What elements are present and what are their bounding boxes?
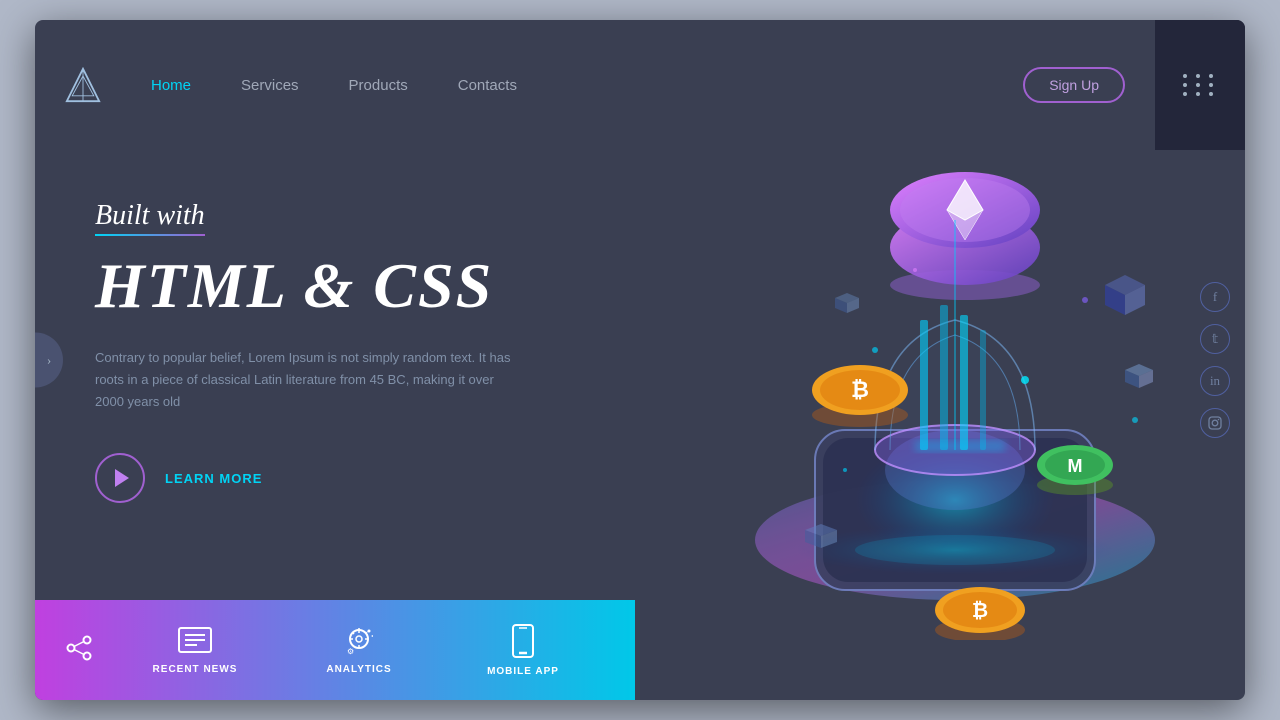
menu-panel[interactable] [1155,20,1245,150]
main-heading: HTML & CSS [95,249,615,323]
dot [1183,92,1187,96]
dot [1196,74,1200,78]
linkedin-icon[interactable]: in [1200,366,1230,396]
grid-menu-icon[interactable] [1183,74,1217,96]
nav-products[interactable]: Products [349,77,408,94]
left-panel: Built with HTML & CSS Contrary to popula… [95,180,615,503]
main-content: Built with HTML & CSS Contrary to popula… [35,150,1245,600]
signup-button[interactable]: Sign Up [1023,67,1125,103]
facebook-icon[interactable]: f [1200,282,1230,312]
play-button[interactable] [95,453,145,503]
recent-news-label: RECENT NEWS [153,664,238,675]
bottom-recent-news[interactable]: RECENT NEWS [113,626,277,675]
chevron-right-icon: › [47,352,51,368]
share-icon[interactable] [65,634,93,667]
dot [1183,74,1187,78]
play-icon [115,469,129,487]
social-panel: f 𝕥 in [1200,282,1245,438]
dot [1196,83,1200,87]
learn-more-link[interactable]: LEARN MORE [165,471,262,486]
crypto-3d-illustration: ₿ M ₿ [675,120,1215,640]
nav-services[interactable]: Services [241,77,299,94]
nav-contacts[interactable]: Contacts [458,77,517,94]
dot [1196,92,1200,96]
svg-text:M: M [1068,456,1083,476]
svg-text:₿: ₿ [851,377,869,402]
right-panel: ₿ M ₿ [615,180,1185,580]
dot [1183,83,1187,87]
description-text: Contrary to popular belief, Lorem Ipsum … [95,347,515,413]
instagram-icon[interactable] [1200,408,1230,438]
dot [1209,74,1213,78]
nav-links: Home Services Products Contacts [151,77,1023,94]
subtitle: Built with [95,200,205,232]
bottom-mobile-app[interactable]: MOBILE APP [441,624,605,677]
mobile-app-icon [512,624,534,658]
dot [1209,92,1213,96]
share-svg-icon [65,634,93,662]
dot [1209,83,1213,87]
bottom-analytics[interactable]: ⚙ ANALYTICS [277,626,441,675]
svg-text:₿: ₿ [972,600,988,622]
logo-icon [65,67,101,103]
main-frame: Home Services Products Contacts Sign Up … [35,20,1245,700]
navbar: Home Services Products Contacts Sign Up [35,20,1155,150]
mobile-app-label: MOBILE APP [487,666,559,677]
twitter-icon[interactable]: 𝕥 [1200,324,1230,354]
cta-area: LEARN MORE [95,453,615,503]
analytics-icon: ⚙ [341,626,377,656]
svg-text:⚙: ⚙ [347,647,354,656]
analytics-label: ANALYTICS [326,664,391,675]
bottom-bar: RECENT NEWS ⚙ ANALYTICS [35,600,635,700]
recent-news-icon [177,626,213,656]
nav-home[interactable]: Home [151,77,191,94]
